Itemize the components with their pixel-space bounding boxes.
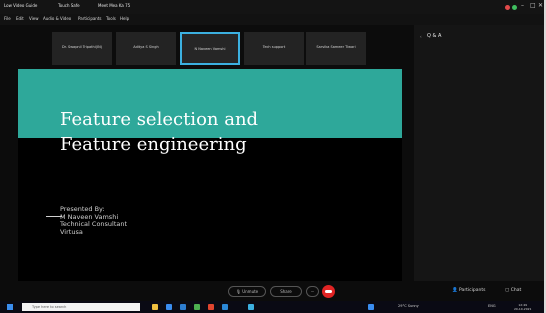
menu-view[interactable]: View bbox=[29, 16, 39, 21]
menu-file[interactable]: File bbox=[4, 16, 11, 21]
participants-label: Participants bbox=[459, 288, 486, 293]
webex-icon[interactable] bbox=[248, 304, 254, 310]
edge-browser-icon[interactable] bbox=[166, 304, 172, 310]
meeting-controls: 🎙 Unmute Share ··· 👤 Participants ▢ Chat bbox=[0, 281, 546, 301]
recording-indicator-icon bbox=[505, 5, 510, 10]
participant-tile[interactable]: Aditya S Singh bbox=[116, 32, 176, 65]
menu-edit[interactable]: Edit bbox=[16, 16, 24, 21]
share-button[interactable]: Share bbox=[270, 286, 302, 297]
participant-name: Aditya S Singh bbox=[133, 45, 159, 49]
menu-help[interactable]: Help bbox=[120, 16, 129, 21]
participant-name: Sarvika Sameer Tiwari bbox=[316, 45, 356, 49]
microphone-muted-icon: 🎙 bbox=[235, 289, 241, 294]
status-indicator-icon bbox=[512, 5, 517, 10]
end-call-button[interactable] bbox=[322, 285, 335, 298]
title-item-meeting-info[interactable]: Meet Mea Ka 75 bbox=[98, 3, 130, 8]
qa-panel: ‹ Q & A bbox=[414, 25, 546, 281]
menu-tools[interactable]: Tools bbox=[106, 16, 116, 21]
chat-label: Chat bbox=[510, 288, 522, 293]
participant-name: Tech support bbox=[262, 45, 286, 49]
outlook-icon[interactable] bbox=[222, 304, 228, 310]
clock-date: 20-10-2021 bbox=[514, 307, 532, 311]
participants-icon: 👤 bbox=[452, 288, 458, 293]
language-indicator[interactable]: ENG bbox=[488, 304, 496, 308]
chat-button[interactable]: ▢ Chat bbox=[505, 288, 521, 293]
menu-participants[interactable]: Participants bbox=[78, 16, 102, 21]
chevron-left-icon[interactable]: ‹ bbox=[420, 34, 422, 39]
taskbar: Type here to search 29°C Sunny ENG 12:49… bbox=[0, 301, 546, 313]
slide-title-line2: Feature engineering bbox=[60, 134, 247, 155]
meeting-window: Low Video Guide Touch Safe Meet Mea Ka 7… bbox=[0, 0, 546, 313]
qa-panel-title: Q & A bbox=[427, 33, 442, 39]
title-item-touch-safe[interactable]: Touch Safe bbox=[58, 3, 80, 8]
taskbar-clock[interactable]: 12:49 20-10-2021 bbox=[514, 303, 531, 311]
chat-icon: ▢ bbox=[505, 288, 510, 293]
network-icon[interactable] bbox=[368, 304, 374, 310]
title-bar: Low Video Guide Touch Safe Meet Mea Ka 7… bbox=[0, 0, 546, 14]
share-label: Share bbox=[280, 289, 292, 294]
title-item-video-guide[interactable]: Low Video Guide bbox=[4, 3, 37, 8]
file-explorer-icon[interactable] bbox=[152, 304, 158, 310]
slide-title-line1: Feature selection and bbox=[60, 109, 259, 130]
minimize-icon[interactable]: – bbox=[521, 2, 524, 9]
weather-status[interactable]: 29°C Sunny bbox=[398, 304, 419, 308]
maximize-icon[interactable]: □ bbox=[530, 2, 536, 9]
windows-start-icon[interactable] bbox=[7, 304, 13, 310]
chrome-icon[interactable] bbox=[194, 304, 200, 310]
participant-tile-active[interactable]: N Naveen Vamshi bbox=[180, 32, 240, 65]
close-icon[interactable]: ✕ bbox=[538, 2, 543, 9]
unmute-button[interactable]: 🎙 Unmute bbox=[228, 286, 266, 297]
taskbar-search-input[interactable]: Type here to search bbox=[22, 303, 140, 311]
participant-tile[interactable]: Sarvika Sameer Tiwari bbox=[306, 32, 366, 65]
participant-strip: Dr. Swapnil Tripathi(IN) Aditya S Singh … bbox=[0, 25, 410, 69]
participant-tile[interactable]: Tech support bbox=[244, 32, 304, 65]
shared-screen: Feature selection and Feature engineerin… bbox=[18, 69, 402, 281]
participant-name: N Naveen Vamshi bbox=[194, 47, 226, 51]
more-icon: ··· bbox=[310, 289, 315, 294]
participant-name: Dr. Swapnil Tripathi(IN) bbox=[61, 45, 103, 49]
participants-button[interactable]: 👤 Participants bbox=[452, 288, 485, 293]
participant-tile[interactable]: Dr. Swapnil Tripathi(IN) bbox=[52, 32, 112, 65]
presenter-company: Virtusa bbox=[60, 227, 83, 236]
presenter-info: Presented By: M Naveen Vamshi Technical … bbox=[60, 205, 127, 236]
menu-bar: File Edit View Audio & Video Participant… bbox=[0, 14, 546, 25]
app-icon[interactable] bbox=[208, 304, 214, 310]
more-options-button[interactable]: ··· bbox=[306, 286, 319, 297]
menu-audio-video[interactable]: Audio & Video bbox=[43, 16, 71, 21]
mail-icon[interactable] bbox=[180, 304, 186, 310]
unmute-label: Unmute bbox=[242, 289, 259, 294]
